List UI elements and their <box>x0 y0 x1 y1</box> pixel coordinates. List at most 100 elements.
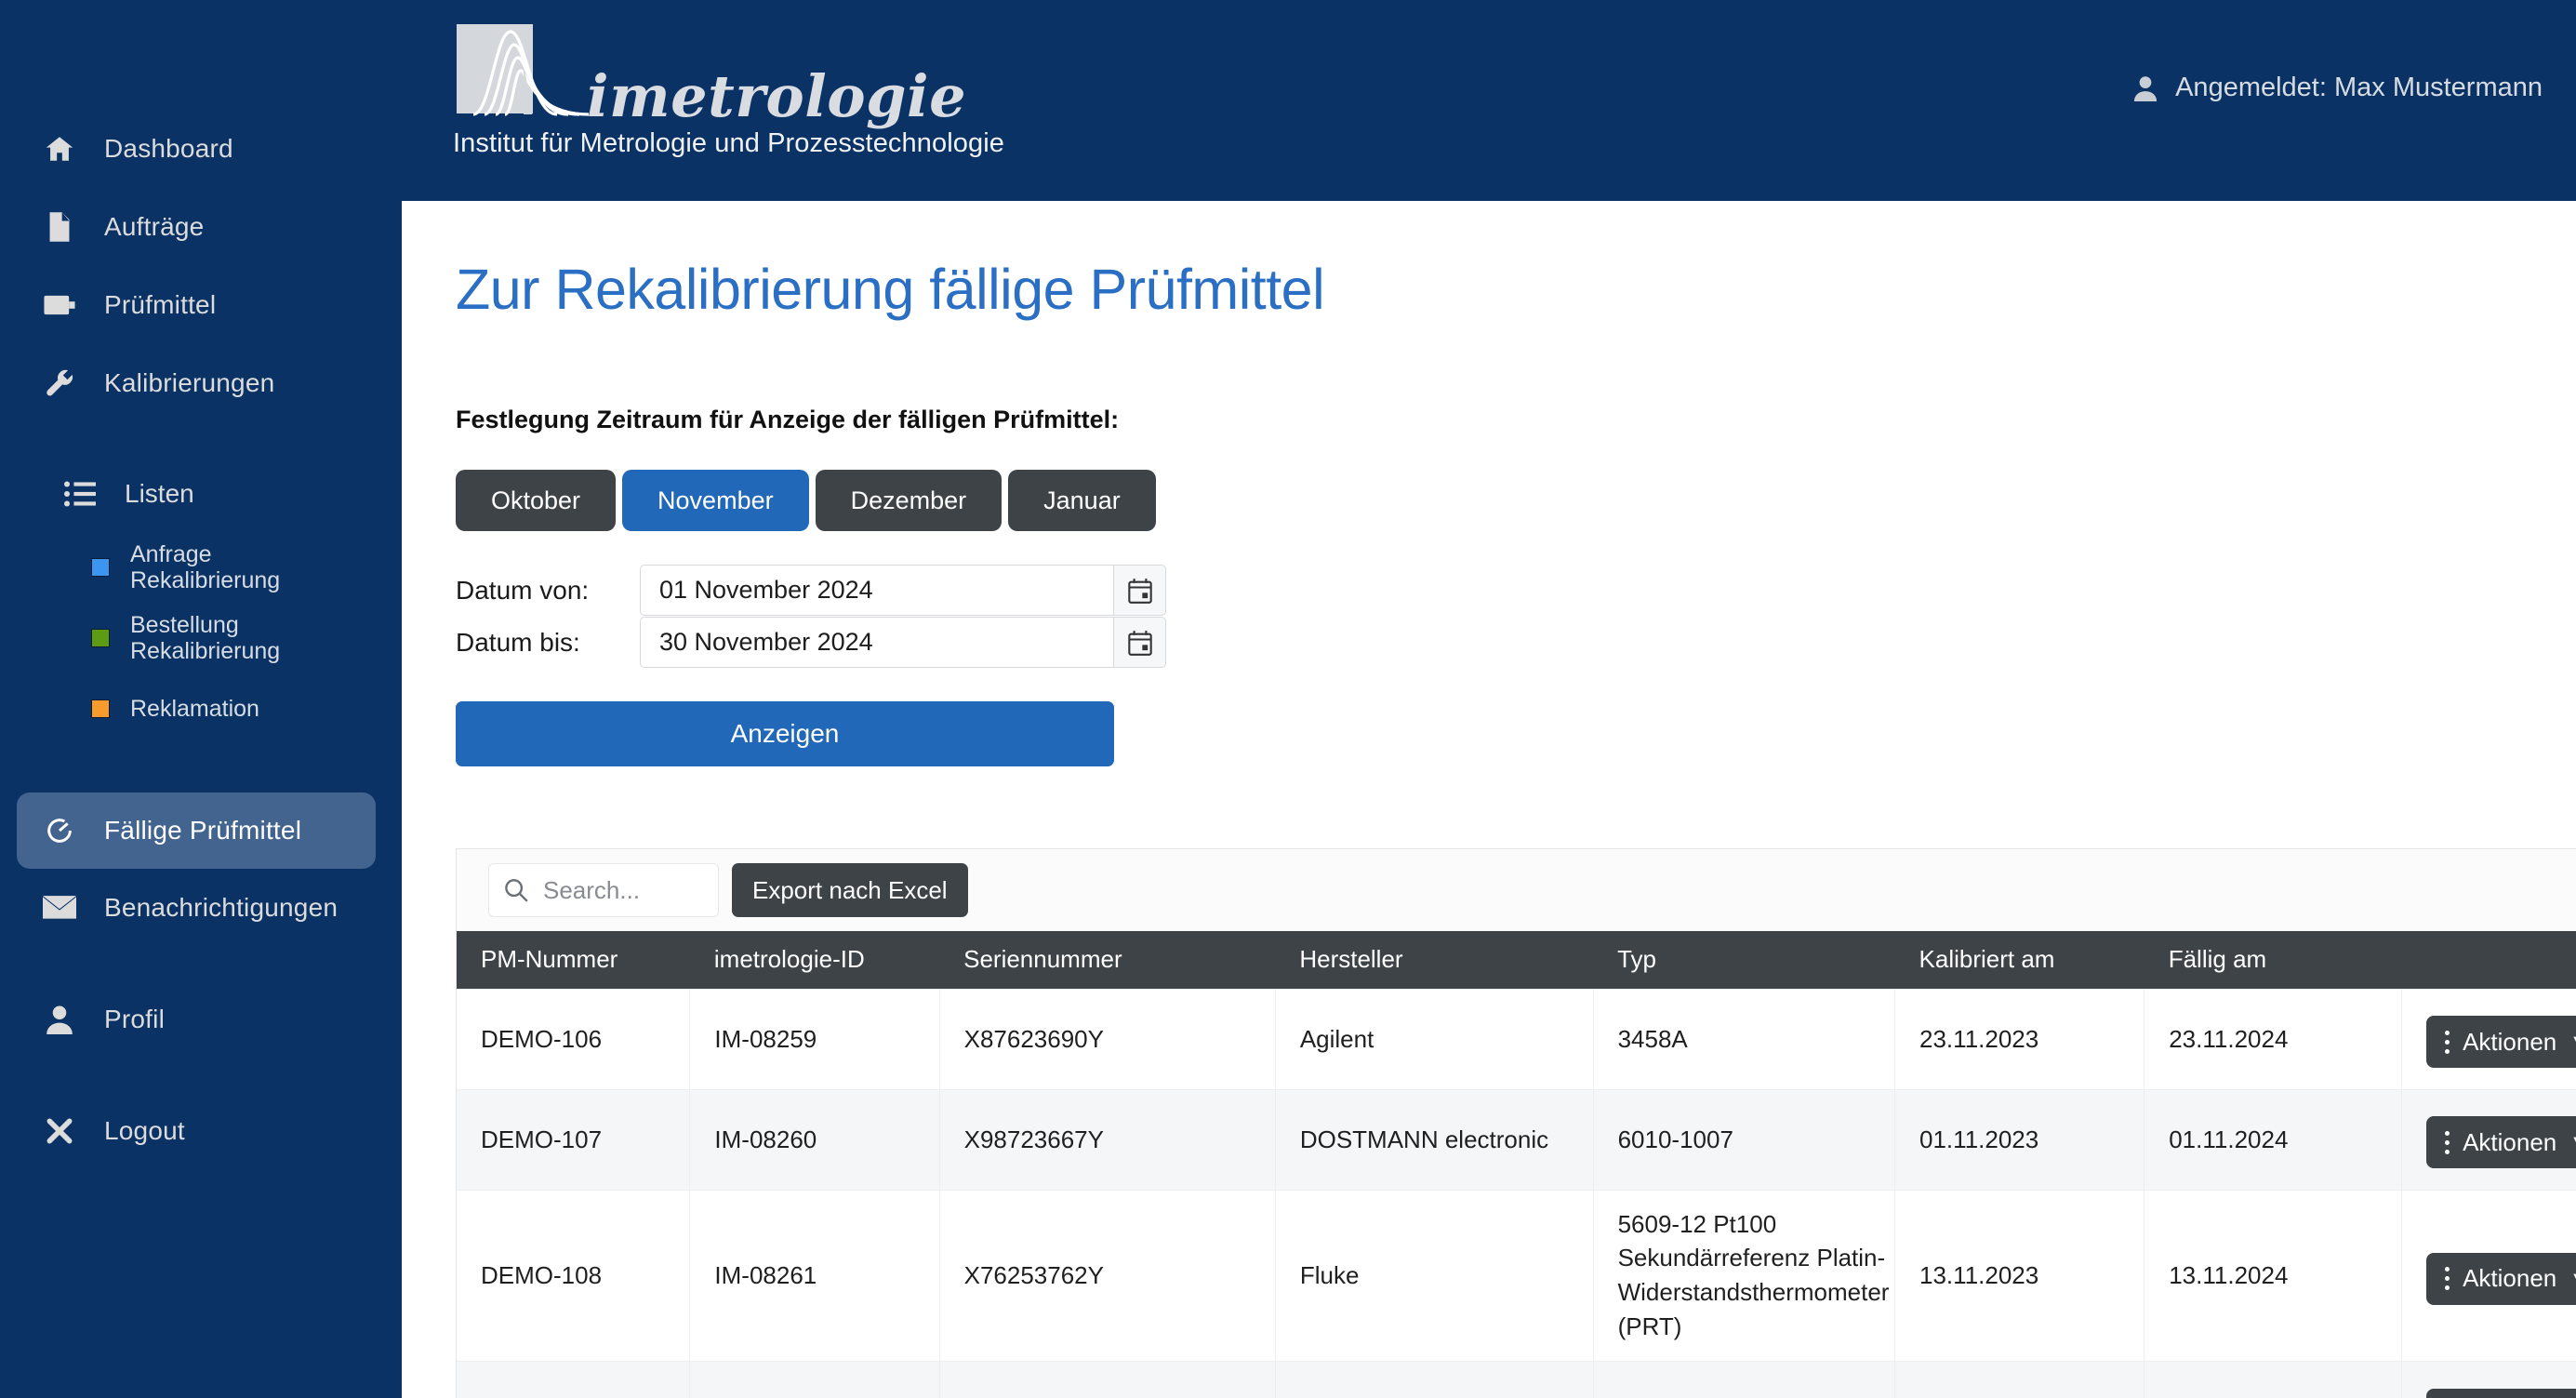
cell-kalibriert-am: 13.11.2023 <box>1894 1361 2145 1398</box>
table-row[interactable]: DEMO-108 IM-08261 X76253762Y Fluke 5609-… <box>457 1189 2576 1362</box>
cell-faellig-am: 13.11.2024 <box>2144 1361 2403 1398</box>
month-button-oktober[interactable]: Oktober <box>456 470 617 531</box>
sidebar-item-benachrichtigungen[interactable]: Benachrichtigungen <box>0 869 402 947</box>
cell-seriennummer: X87623690Y <box>939 988 1276 1089</box>
user-status-label: Angemeldet: Max Mustermann <box>2175 73 2543 102</box>
document-icon <box>41 211 78 243</box>
vertical-dots-icon <box>2445 1030 2450 1054</box>
sidebar-item-logout[interactable]: Logout <box>0 1092 402 1170</box>
chevron-down-icon: ▼ <box>2569 1133 2576 1152</box>
cell-seriennummer: X76253762Y <box>939 1189 1276 1362</box>
chevron-down-icon: ▼ <box>2569 1270 2576 1288</box>
sidebar-item-auftraege[interactable]: Aufträge <box>0 188 402 266</box>
search-input[interactable]: Search... <box>488 863 719 917</box>
results-table-card: Search... Export nach Excel PM-Nummer im… <box>456 848 2576 1398</box>
brand-logo[interactable]: imetrologie Institut für Metrologie und … <box>453 20 1004 159</box>
column-header-actions <box>2401 931 2576 989</box>
calendar-icon-to[interactable] <box>1114 617 1166 668</box>
sidebar-item-faellige-pruefmittel[interactable]: Fällige Prüfmittel <box>17 792 376 869</box>
cell-hersteller: Agilent <box>1275 988 1594 1089</box>
page-title: Zur Rekalibrierung fällige Prüfmittel <box>456 258 1325 321</box>
gauge-icon <box>41 815 78 846</box>
aktionen-button-label: Aktionen <box>2463 1027 2557 1056</box>
sidebar-subitem-bestellung-rekalibrierung[interactable]: Bestellung Rekalibrierung <box>0 603 402 673</box>
cell-seriennummer: X21873657Y <box>939 1361 1276 1398</box>
sidebar-item-profil[interactable]: Profil <box>0 980 402 1058</box>
date-to-row: Datum bis: 30 November 2024 <box>456 617 2576 668</box>
status-square-green-icon <box>91 629 110 647</box>
column-header-faellig-am[interactable]: Fällig am <box>2144 931 2402 989</box>
anzeigen-button[interactable]: Anzeigen <box>456 701 1114 766</box>
aktionen-button[interactable]: Aktionen ▼ <box>2426 1016 2576 1069</box>
home-icon <box>41 133 78 165</box>
app-root: Dashboard Aufträge Prüfmittel Kalibrieru… <box>0 0 2576 1398</box>
sidebar-item-label: Aufträge <box>104 212 205 241</box>
month-button-januar[interactable]: Januar <box>1008 470 1156 531</box>
column-header-kalibriert-am[interactable]: Kalibriert am <box>1894 931 2144 989</box>
aktionen-button[interactable]: Aktionen ▼ <box>2426 1388 2576 1398</box>
due-instruments-table: PM-Nummer imetrologie-ID Seriennummer He… <box>457 931 2576 1398</box>
cell-imetrologie-id: IM-08259 <box>689 988 940 1089</box>
month-button-dezember[interactable]: Dezember <box>815 470 1003 531</box>
cell-hersteller: Ametek <box>1275 1361 1594 1398</box>
period-section-label: Festlegung Zeitraum für Anzeige der fäll… <box>456 406 1120 433</box>
aktionen-button[interactable]: Aktionen ▼ <box>2426 1116 2576 1169</box>
table-header-row: PM-Nummer imetrologie-ID Seriennummer He… <box>457 931 2576 989</box>
person-icon <box>41 1005 78 1034</box>
sidebar: Dashboard Aufträge Prüfmittel Kalibrieru… <box>0 0 402 1398</box>
aktionen-button-label: Aktionen <box>2463 1264 2557 1293</box>
user-status[interactable]: Angemeldet: Max Mustermann <box>2132 73 2543 103</box>
list-icon <box>61 480 99 508</box>
sidebar-item-label: Listen <box>125 479 194 508</box>
envelope-icon <box>41 895 78 921</box>
cell-imetrologie-id: IM-08260 <box>689 1088 940 1190</box>
cell-faellig-am: 13.11.2024 <box>2144 1189 2403 1362</box>
search-placeholder: Search... <box>543 875 641 904</box>
cell-pm-nummer: DEMO-108 <box>457 1189 691 1362</box>
aktionen-button[interactable]: Aktionen ▼ <box>2426 1252 2576 1305</box>
month-button-november[interactable]: November <box>622 470 809 531</box>
column-header-pm-nummer[interactable]: PM-Nummer <box>457 931 690 989</box>
table-row[interactable]: DEMO-107 IM-08260 X98723667Y DOSTMANN el… <box>457 1088 2576 1190</box>
column-header-typ[interactable]: Typ <box>1593 931 1895 989</box>
content-area: imetrologie Institut für Metrologie und … <box>402 0 2576 1398</box>
cell-actions: Aktionen ▼ <box>2401 988 2576 1089</box>
brand-subtitle: Institut für Metrologie und Prozesstechn… <box>453 128 1004 158</box>
export-excel-button[interactable]: Export nach Excel <box>732 863 968 917</box>
sidebar-gap-2 <box>0 947 402 980</box>
cell-imetrologie-id: IM-08261 <box>689 1189 940 1362</box>
table-body: DEMO-106 IM-08259 X87623690Y Agilent 345… <box>457 988 2576 1398</box>
sidebar-gap-3 <box>0 1058 402 1092</box>
cell-pm-nummer: DEMO-109 <box>457 1361 691 1398</box>
date-from-input[interactable]: 01 November 2024 <box>640 565 1114 616</box>
table-row[interactable]: DEMO-109 IM-08262 X21873657Y Ametek STS … <box>457 1361 2576 1398</box>
cell-faellig-am: 01.11.2024 <box>2144 1088 2403 1190</box>
vertical-dots-icon <box>2445 1130 2450 1154</box>
table-head: PM-Nummer imetrologie-ID Seriennummer He… <box>457 931 2576 989</box>
cell-actions: Aktionen ▼ <box>2401 1361 2576 1398</box>
sidebar-subitem-label: Anfrage Rekalibrierung <box>130 541 281 593</box>
column-header-hersteller[interactable]: Hersteller <box>1275 931 1594 989</box>
table-toolbar: Search... Export nach Excel <box>457 849 2576 931</box>
sidebar-subitem-anfrage-rekalibrierung[interactable]: Anfrage Rekalibrierung <box>0 532 402 603</box>
calendar-icon-from[interactable] <box>1114 565 1166 616</box>
date-to-label: Datum bis: <box>456 627 580 657</box>
sidebar-item-dashboard[interactable]: Dashboard <box>0 110 402 188</box>
table-row[interactable]: DEMO-106 IM-08259 X87623690Y Agilent 345… <box>457 988 2576 1089</box>
column-header-imetrologie-id[interactable]: imetrologie-ID <box>689 931 940 989</box>
person-icon <box>2132 75 2158 101</box>
date-from-row: Datum von: 01 November 2024 <box>456 565 2576 616</box>
sidebar-item-kalibrierungen[interactable]: Kalibrierungen <box>0 344 402 422</box>
sidebar-item-listen[interactable]: Listen <box>0 456 402 532</box>
sidebar-subitem-reklamation[interactable]: Reklamation <box>0 673 402 744</box>
sidebar-item-label: Benachrichtigungen <box>104 893 339 922</box>
cell-kalibriert-am: 23.11.2023 <box>1894 988 2145 1089</box>
search-icon <box>504 878 528 902</box>
date-to-input[interactable]: 30 November 2024 <box>640 617 1114 668</box>
column-header-seriennummer[interactable]: Seriennummer <box>939 931 1276 989</box>
topbar: imetrologie Institut für Metrologie und … <box>402 0 2576 201</box>
cell-seriennummer: X98723667Y <box>939 1088 1276 1190</box>
sidebar-item-pruefmittel[interactable]: Prüfmittel <box>0 266 402 344</box>
sidebar-item-label: Dashboard <box>104 134 233 163</box>
